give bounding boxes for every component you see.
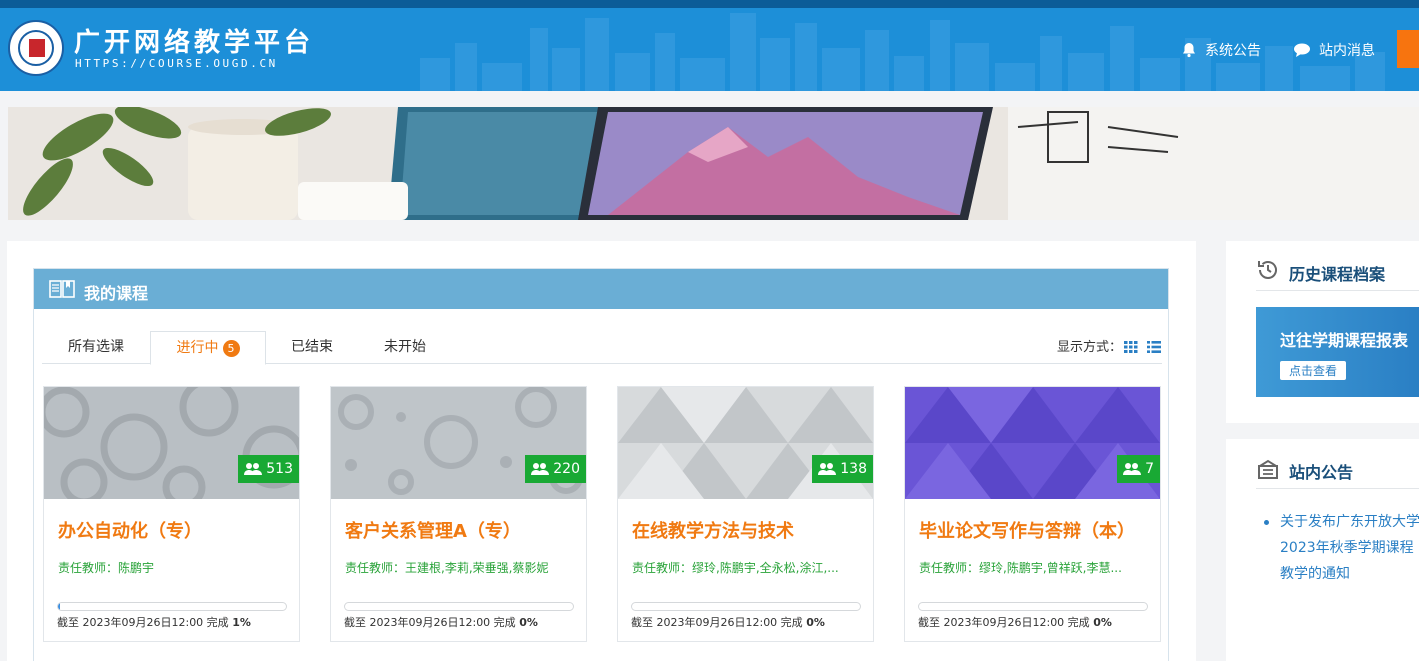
grid-view-icon[interactable] xyxy=(1124,341,1138,353)
tab-in-progress-label: 进行中 xyxy=(176,340,219,356)
student-count: 220 xyxy=(525,455,586,483)
list-view-icon[interactable] xyxy=(1147,341,1161,353)
banner-image xyxy=(8,107,1419,220)
history-courses-title[interactable]: 历史课程档案 xyxy=(1289,261,1385,285)
promo-text: 过往学期课程报表 xyxy=(1280,331,1409,350)
progress-bar xyxy=(918,602,1148,611)
student-count: 7 xyxy=(1117,455,1160,483)
logo-emblem xyxy=(29,39,45,57)
deadline-text: 截至 2023年09月26日12:00 完成 0% xyxy=(631,614,825,630)
course-title[interactable]: 在线教学方法与技术 xyxy=(632,517,794,543)
users-icon xyxy=(1123,463,1142,475)
nav-site-messages-label: 站内消息 xyxy=(1319,43,1375,59)
my-courses-title: 我的课程 xyxy=(84,284,149,303)
progress-bar-fill xyxy=(58,603,61,610)
course-title[interactable]: 客户关系管理A（专） xyxy=(345,517,521,543)
progress-percent: 0% xyxy=(519,616,538,629)
course-card[interactable]: 220 客户关系管理A（专） 责任教师：王建根,李莉,荣垂强,蔡影妮 截至 20… xyxy=(330,386,587,642)
deadline-label: 截至 2023年09月26日12:00 完成 xyxy=(918,616,1090,629)
course-card[interactable]: 513 办公自动化（专） 责任教师：陈鹏宇 截至 2023年09月26日12:0… xyxy=(43,386,300,642)
divider xyxy=(1256,488,1419,489)
progress-percent: 0% xyxy=(806,616,825,629)
deadline-text: 截至 2023年09月26日12:00 完成 0% xyxy=(344,614,538,630)
course-title[interactable]: 毕业论文写作与答辩（本） xyxy=(919,517,1135,543)
divider xyxy=(1256,290,1419,291)
deadline-label: 截至 2023年09月26日12:00 完成 xyxy=(57,616,229,629)
site-header: 广开网络教学平台 HTTPS://COURSE.OUGD.CN 系统公告 站内消… xyxy=(0,8,1419,91)
history-icon xyxy=(1258,261,1277,279)
book-icon xyxy=(49,280,75,298)
view-report-button[interactable]: 点击查看 xyxy=(1280,361,1347,380)
my-courses-header: 我的课程 xyxy=(34,269,1168,309)
student-count-value: 513 xyxy=(266,461,293,477)
past-semester-report-banner[interactable]: 过往学期课程报表 点击查看 xyxy=(1256,307,1419,397)
nav-site-messages[interactable]: 站内消息 xyxy=(1293,40,1375,60)
course-teacher: 责任教师：缪玲,陈鹏宇,曾祥跃,李慧... xyxy=(919,561,1122,575)
deadline-text: 截至 2023年09月26日12:00 完成 1% xyxy=(57,614,251,630)
in-progress-count-badge: 5 xyxy=(222,339,240,357)
nav-system-notice[interactable]: 系统公告 xyxy=(1181,40,1261,60)
course-tabs: 所有选课 进行中 5 已结束 未开始 显示方式： xyxy=(42,331,1162,365)
site-notice-title: 站内公告 xyxy=(1289,463,1354,482)
deadline-label: 截至 2023年09月26日12:00 完成 xyxy=(631,616,803,629)
view-mode-label: 显示方式： xyxy=(1056,340,1122,355)
progress-bar xyxy=(344,602,574,611)
progress-percent: 1% xyxy=(232,616,251,629)
site-notice-panel: 站内公告 关于发布广东开放大学2023年秋季学期课程教学的通知 xyxy=(1226,439,1419,661)
site-title: 广开网络教学平台 xyxy=(74,28,315,58)
tab-not-started[interactable]: 未开始 xyxy=(358,331,452,364)
course-card[interactable]: 138 在线教学方法与技术 责任教师：缪玲,陈鹏宇,全永松,涂江,... 截至 … xyxy=(617,386,874,642)
deadline-label: 截至 2023年09月26日12:00 完成 xyxy=(344,616,516,629)
nav-system-notice-label: 系统公告 xyxy=(1205,43,1261,59)
header-user-button[interactable] xyxy=(1397,30,1419,68)
progress-percent: 0% xyxy=(1093,616,1112,629)
tab-in-progress[interactable]: 进行中 5 xyxy=(150,331,266,365)
banner-illustration xyxy=(8,107,1419,220)
progress-bar xyxy=(57,602,287,611)
university-logo xyxy=(8,20,64,76)
chat-icon xyxy=(1294,43,1310,57)
student-count-value: 220 xyxy=(553,461,580,477)
course-teacher: 责任教师：陈鹏宇 xyxy=(58,561,155,575)
notice-item-link[interactable]: 关于发布广东开放大学2023年秋季学期课程教学的通知 xyxy=(1280,509,1419,587)
history-courses-panel: 历史课程档案 过往学期课程报表 点击查看 xyxy=(1226,241,1419,423)
bell-icon xyxy=(1183,43,1195,58)
users-icon xyxy=(531,463,550,475)
student-count: 513 xyxy=(238,455,299,483)
student-count-value: 138 xyxy=(840,461,867,477)
progress-bar xyxy=(631,602,861,611)
header-top-strip xyxy=(0,0,1419,8)
site-url: HTTPS://COURSE.OUGD.CN xyxy=(75,57,278,70)
logo-inner-ring xyxy=(18,30,54,66)
course-teacher: 责任教师：缪玲,陈鹏宇,全永松,涂江,... xyxy=(632,561,839,575)
bullet xyxy=(1264,520,1269,525)
tab-all-courses[interactable]: 所有选课 xyxy=(42,331,150,364)
student-count-value: 7 xyxy=(1145,461,1154,477)
course-teacher: 责任教师：王建根,李莉,荣垂强,蔡影妮 xyxy=(345,561,549,575)
users-icon xyxy=(244,463,263,475)
users-icon xyxy=(818,463,837,475)
course-card[interactable]: 7 毕业论文写作与答辩（本） 责任教师：缪玲,陈鹏宇,曾祥跃,李慧... 截至 … xyxy=(904,386,1161,642)
student-count: 138 xyxy=(812,455,873,483)
deadline-text: 截至 2023年09月26日12:00 完成 0% xyxy=(918,614,1112,630)
tab-ended[interactable]: 已结束 xyxy=(266,331,358,364)
my-courses-section: 我的课程 所有选课 进行中 5 已结束 未开始 显示方式： 513 办公自动化（专… xyxy=(33,268,1169,661)
skyline-decoration xyxy=(420,13,1385,91)
notice-icon xyxy=(1258,459,1278,479)
course-title[interactable]: 办公自动化（专） xyxy=(58,517,202,543)
